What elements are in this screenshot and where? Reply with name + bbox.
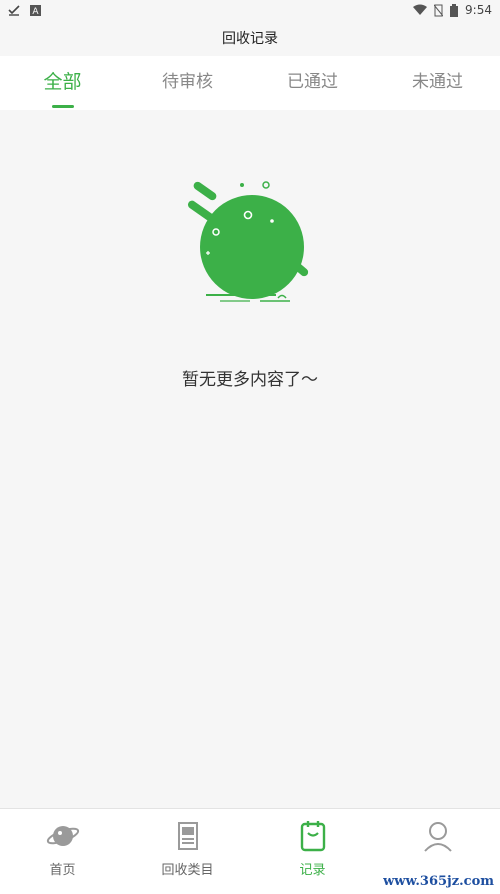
box-icon [177, 822, 198, 850]
battery-missing-icon [434, 4, 444, 16]
nav-item-records[interactable]: 记录 [250, 809, 375, 894]
page-title: 回收记录 [222, 31, 278, 47]
battery-icon [450, 3, 459, 17]
nav-home-label: 首页 [49, 863, 76, 878]
nav-categories-label: 回收类目 [161, 863, 214, 878]
filter-tabs: 全部 待审核 已通过 未通过 [0, 56, 500, 110]
green-blob-icon [187, 181, 309, 302]
status-time: 9:54 [465, 3, 492, 17]
status-bar: A 9:54 [0, 0, 500, 22]
planet-icon [46, 826, 79, 846]
nav-item-home[interactable]: 首页 [0, 809, 125, 894]
download-check-icon [8, 5, 20, 16]
tab-rejected-label: 未通过 [412, 72, 463, 92]
tab-pending-label: 待审核 [162, 72, 213, 92]
tab-all-label: 全部 [43, 71, 82, 93]
watermark: www.365jz.com [383, 874, 494, 889]
active-tab-indicator [51, 105, 74, 108]
tab-rejected[interactable]: 未通过 [375, 56, 500, 110]
user-icon [423, 822, 452, 852]
clipboard-icon [300, 821, 325, 852]
wifi-icon [413, 4, 428, 15]
tab-approved[interactable]: 已通过 [250, 56, 375, 110]
tab-approved-label: 已通过 [287, 72, 338, 92]
status-right: 9:54 [413, 3, 492, 17]
status-left: A [8, 4, 41, 16]
a-box-icon: A [30, 4, 41, 16]
svg-text:A: A [32, 7, 39, 16]
nav-item-categories[interactable]: 回收类目 [125, 809, 250, 894]
tab-all[interactable]: 全部 [0, 56, 125, 110]
nav-records-label: 记录 [299, 863, 326, 878]
empty-message: 暂无更多内容了～ [182, 370, 318, 390]
tab-pending[interactable]: 待审核 [125, 56, 250, 110]
